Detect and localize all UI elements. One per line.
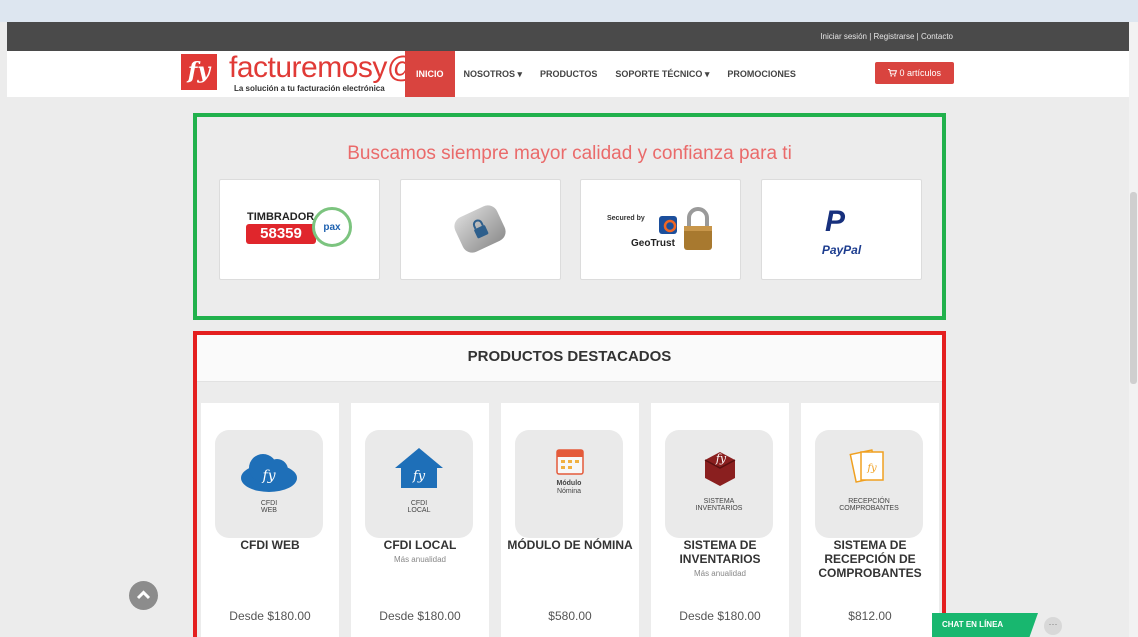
product-subtitle: Más anualidad bbox=[693, 569, 747, 578]
pac-seal-text: pax bbox=[323, 222, 341, 233]
badge-paypal: P PayPal bbox=[761, 179, 922, 280]
browser-chrome bbox=[0, 0, 1138, 22]
geotrust-brand: GeoTrust bbox=[631, 238, 675, 249]
top-bar: Iniciar sesión | Registrarse | Contacto bbox=[7, 22, 1129, 51]
svg-text:fy: fy bbox=[412, 469, 426, 484]
house-icon: fy bbox=[391, 444, 447, 494]
product-card-sistema-inventarios[interactable]: fy SISTEMA INVENTARIOS SISTEMA DE INVENT… bbox=[651, 403, 789, 637]
product-price: $812.00 bbox=[848, 609, 892, 623]
documents-icon: fy bbox=[849, 446, 889, 486]
chevron-up-icon bbox=[136, 590, 151, 600]
logo-wordmark[interactable]: facturemosy@ bbox=[229, 51, 417, 85]
trust-section: Buscamos siempre mayor calidad y confian… bbox=[193, 113, 946, 320]
product-card-recepcion-comprobantes[interactable]: fy RECEPCIÓN COMPROBANTES SISTEMA DE REC… bbox=[801, 403, 939, 637]
geotrust-secured: Secured by bbox=[607, 215, 645, 222]
nav-promociones[interactable]: PROMOCIONES bbox=[718, 51, 805, 97]
svg-text:fy: fy bbox=[715, 452, 727, 465]
product-thumbnail: fy CFDI LOCAL bbox=[365, 430, 473, 538]
paypal-p-icon: P bbox=[825, 205, 846, 238]
product-title: CFDI LOCAL bbox=[383, 538, 457, 552]
cloud-icon: fy bbox=[239, 450, 299, 494]
main-nav: INICIO NOSOTROS ▾ PRODUCTOS SOPORTE TÉCN… bbox=[405, 51, 805, 97]
product-title: MÓDULO DE NÓMINA bbox=[507, 538, 633, 552]
product-price: $580.00 bbox=[548, 609, 592, 623]
thumb-label-line2: Nómina bbox=[556, 488, 582, 495]
login-link[interactable]: Iniciar sesión bbox=[820, 32, 867, 41]
pac-seal-icon: pax bbox=[312, 207, 352, 247]
nav-inicio[interactable]: INICIO bbox=[405, 51, 455, 97]
cart-icon bbox=[887, 68, 900, 78]
account-links: Iniciar sesión | Registrarse | Contacto bbox=[820, 32, 953, 41]
logo-mark[interactable]: fy bbox=[181, 54, 217, 90]
logo-tagline: La solución a tu facturación electrónica bbox=[234, 84, 385, 93]
contact-link[interactable]: Contacto bbox=[921, 32, 953, 41]
link-separator: | bbox=[916, 32, 919, 41]
timbrador-text: TIMBRADOR bbox=[247, 211, 315, 223]
site-header: fy facturemosy@ La solución a tu factura… bbox=[7, 51, 1129, 97]
product-subtitle: Más anualidad bbox=[393, 555, 447, 564]
product-thumbnail: fy RECEPCIÓN COMPROBANTES bbox=[815, 430, 923, 538]
live-chat-button[interactable]: CHAT EN LÍNEA bbox=[932, 613, 1038, 637]
badge-geotrust: Secured by GeoTrust bbox=[580, 179, 741, 280]
product-title: SISTEMA DE RECEPCIÓN DE COMPROBANTES bbox=[818, 538, 922, 580]
calendar-icon bbox=[555, 446, 585, 476]
product-card-cfdi-web[interactable]: fy CFDI WEB CFDI WEB Desde $180.00 bbox=[201, 403, 339, 637]
geotrust-logo-icon bbox=[659, 216, 677, 234]
product-price: Desde $180.00 bbox=[679, 609, 761, 623]
nav-nosotros[interactable]: NOSOTROS ▾ bbox=[455, 51, 532, 97]
product-title: CFDI WEB bbox=[240, 538, 300, 552]
padlock-icon bbox=[681, 206, 715, 252]
thumb-label-line2: INVENTARIOS bbox=[695, 505, 743, 512]
cart-button[interactable]: 0 artículos bbox=[875, 62, 954, 84]
product-card-modulo-nomina[interactable]: Módulo Nómina MÓDULO DE NÓMINA $580.00 bbox=[501, 403, 639, 637]
timbrador-number: 58359 bbox=[246, 224, 316, 244]
thumb-label-line1: Módulo bbox=[556, 480, 582, 487]
badge-ssl bbox=[400, 179, 561, 280]
link-separator: | bbox=[869, 32, 872, 41]
product-thumbnail: fy SISTEMA INVENTARIOS bbox=[665, 430, 773, 538]
nav-productos[interactable]: PRODUCTOS bbox=[531, 51, 606, 97]
lock-icon bbox=[451, 202, 509, 256]
product-title: SISTEMA DE INVENTARIOS bbox=[679, 538, 761, 566]
featured-products-section: PRODUCTOS DESTACADOS fy CFDI WEB CFDI WE… bbox=[193, 331, 946, 637]
svg-text:fy: fy bbox=[261, 468, 276, 484]
paypal-brand: PayPal bbox=[821, 243, 862, 257]
product-card-cfdi-local[interactable]: fy CFDI LOCAL CFDI LOCAL Más anualidad D… bbox=[351, 403, 489, 637]
product-price: Desde $180.00 bbox=[379, 609, 461, 623]
svg-text:fy: fy bbox=[866, 463, 877, 474]
box-icon: fy bbox=[699, 444, 741, 488]
product-price: Desde $180.00 bbox=[229, 609, 311, 623]
thumb-label-line2: LOCAL bbox=[407, 507, 431, 514]
chat-bubble-icon[interactable]: ··· bbox=[1044, 617, 1062, 635]
page-scrollbar-thumb[interactable] bbox=[1130, 192, 1137, 384]
featured-products-header: PRODUCTOS DESTACADOS bbox=[197, 335, 942, 382]
product-thumbnail: Módulo Nómina bbox=[515, 430, 623, 538]
nav-soporte-tecnico[interactable]: SOPORTE TÉCNICO ▾ bbox=[606, 51, 718, 97]
register-link[interactable]: Registrarse bbox=[874, 32, 915, 41]
scroll-to-top-button[interactable] bbox=[129, 581, 158, 610]
page: Iniciar sesión | Registrarse | Contacto … bbox=[7, 22, 1129, 637]
product-thumbnail: fy CFDI WEB bbox=[215, 430, 323, 538]
trust-title: Buscamos siempre mayor calidad y confian… bbox=[347, 143, 792, 164]
thumb-label-line2: WEB bbox=[261, 507, 277, 514]
badge-timbrador: TIMBRADOR 58359 pax bbox=[219, 179, 380, 280]
featured-products-title: PRODUCTOS DESTACADOS bbox=[467, 348, 672, 365]
thumb-label-line2: COMPROBANTES bbox=[839, 505, 899, 512]
cart-label: 0 artículos bbox=[899, 68, 942, 78]
